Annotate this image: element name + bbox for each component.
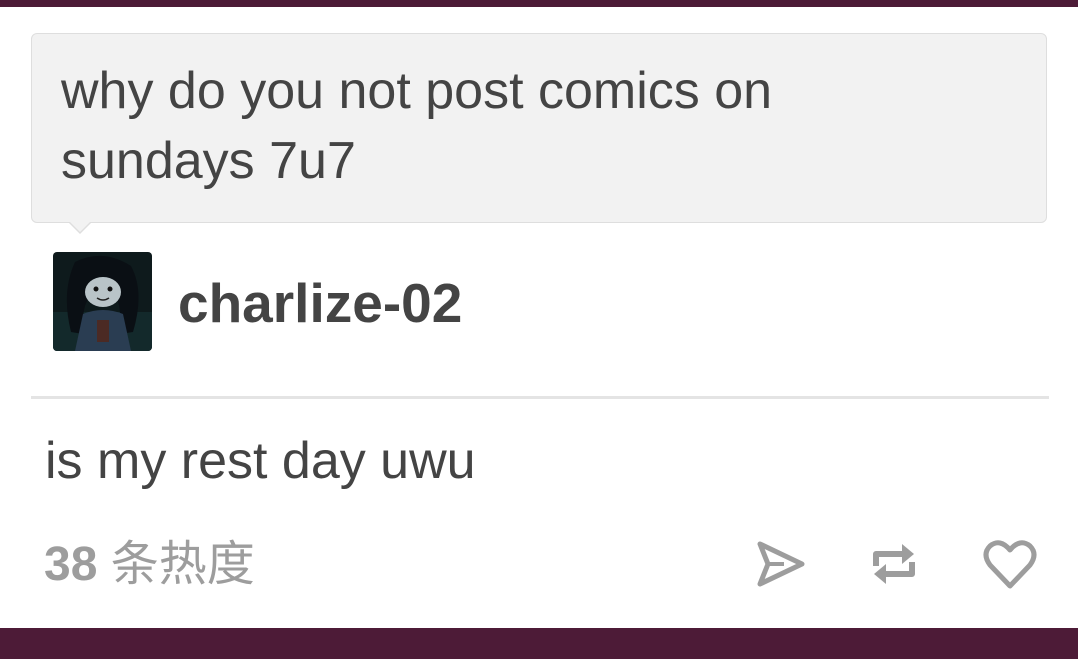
notes-count[interactable]: 38 条热度 <box>44 532 255 598</box>
bottom-bar <box>0 628 1078 659</box>
reblog-icon[interactable] <box>866 536 922 592</box>
asker-name[interactable]: charlize-02 <box>178 270 462 336</box>
top-bar <box>0 0 1078 7</box>
avatar-image <box>53 252 152 351</box>
divider <box>31 396 1049 399</box>
bubble-tail-inner <box>69 221 91 232</box>
notes-number: 38 <box>44 538 98 591</box>
question-text: why do you not post comics on sundays 7u… <box>61 62 773 190</box>
share-icon[interactable] <box>752 536 808 592</box>
heart-icon[interactable] <box>982 536 1038 592</box>
notes-label: 条热度 <box>110 538 255 591</box>
asker-avatar[interactable] <box>53 252 152 351</box>
answer-text: is my rest day uwu <box>45 432 476 490</box>
